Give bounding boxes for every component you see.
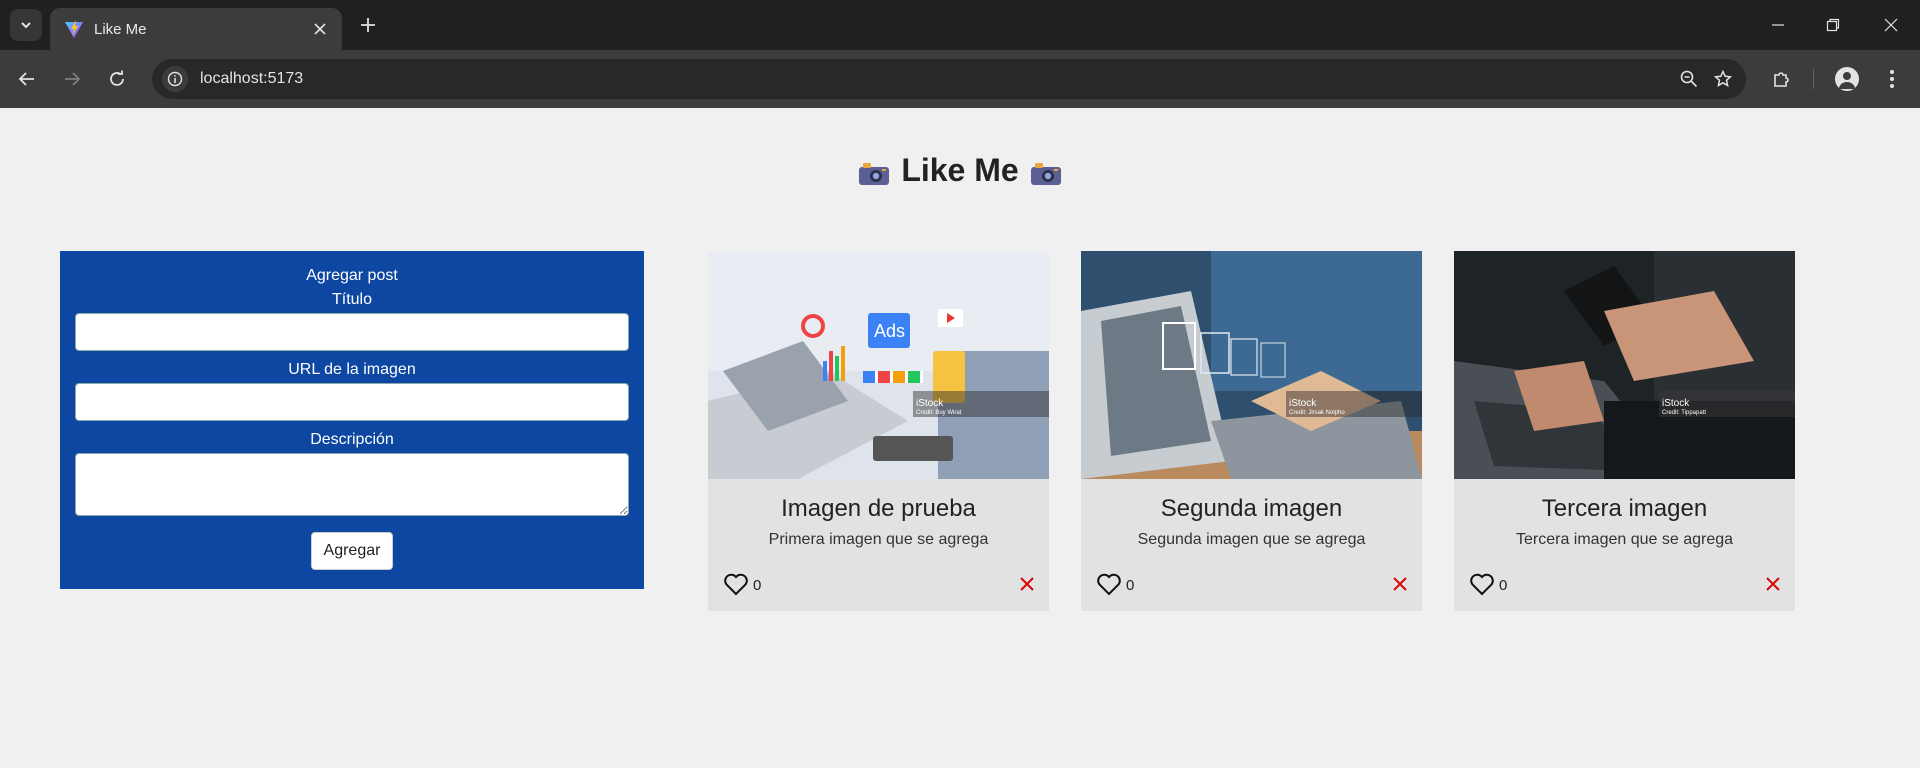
post-title: Segunda imagen [1160,495,1343,522]
url-text: localhost:5173 [200,70,304,87]
svg-text:Credit: Jirsak Nolpho: Credit: Jirsak Nolpho [1289,410,1345,416]
post-footer: 0 [1081,557,1422,611]
reload-icon [110,70,124,86]
heart-icon[interactable] [1469,572,1495,596]
back-button[interactable] [10,62,44,96]
post-image: iStock Credit: Jirsak Nolpho [1081,251,1422,479]
profile-button[interactable] [1830,62,1864,96]
minimize-button[interactable] [1751,0,1805,50]
tab-title: Like Me [94,20,147,38]
title-input[interactable] [75,313,629,351]
post-image: iStock Credit: Tippapatt [1454,251,1795,479]
svg-text:Credit: Tippapatt: Credit: Tippapatt [1662,410,1706,416]
image-url-input[interactable] [75,383,629,421]
page-title: Like Me [0,152,1920,189]
post-card: Ads iStock Credit: Buy Wirat Imagen de p… [708,251,1049,611]
post-footer: 0 [708,557,1049,611]
info-icon [167,71,183,87]
like-count: 0 [1499,577,1508,594]
post-footer: 0 [1454,557,1795,611]
tab-close-button[interactable] [306,15,334,43]
close-window-button[interactable] [1864,0,1918,50]
add-post-form: Agregar post Título URL de la imagen Des… [60,251,644,589]
reload-button[interactable] [100,62,134,96]
post-image: Ads iStock Credit: Buy Wirat [708,251,1049,479]
svg-text:iStock: iStock [1289,398,1317,409]
toolbar-divider [1813,69,1814,89]
like-count: 0 [1126,577,1135,594]
page-title-text: Like Me [901,152,1019,188]
camera-icon [1030,162,1061,185]
forward-icon [65,72,81,86]
profile-icon [1835,67,1859,91]
forward-button[interactable] [55,62,89,96]
post-title: Imagen de prueba [781,495,976,522]
svg-text:iStock: iStock [1662,398,1690,409]
post-description: Segunda imagen que se agrega [1137,531,1366,548]
extensions-icon [1774,72,1789,87]
bookmark-button[interactable] [1706,62,1740,96]
svg-text:Credit: Buy Wirat: Credit: Buy Wirat [916,410,962,416]
tab-search-button[interactable] [10,9,42,41]
zoom-button[interactable] [1672,62,1706,96]
post-card: iStock Credit: Tippapatt Tercera imagen … [1454,251,1795,611]
zoom-icon [1680,70,1698,88]
svg-text:iStock: iStock [916,398,944,409]
star-icon [1714,70,1732,88]
menu-icon [1890,70,1894,88]
add-post-button[interactable]: Agregar [311,532,393,570]
vite-favicon-icon [65,20,83,38]
heart-icon[interactable] [723,572,749,596]
extensions-button[interactable] [1765,62,1799,96]
close-icon [314,23,326,35]
post-description: Primera imagen que se agrega [768,531,989,548]
like-count: 0 [753,577,762,594]
address-bar[interactable]: localhost:5173 [152,59,1746,99]
delete-icon[interactable] [1392,576,1408,592]
restore-icon [1826,18,1840,32]
delete-icon[interactable] [1019,576,1035,592]
tab-strip: Like Me [0,0,1920,50]
delete-icon[interactable] [1765,576,1781,592]
close-icon [1884,18,1898,32]
description-textarea[interactable] [75,453,629,516]
chevron-down-icon [21,22,31,29]
minimize-icon [1772,24,1784,26]
form-heading: Agregar post [306,267,398,284]
plus-icon [361,18,375,32]
heart-icon[interactable] [1096,572,1122,596]
image-url-label: URL de la imagen [288,361,416,378]
restore-button[interactable] [1806,0,1860,50]
browser-menu-button[interactable] [1875,62,1909,96]
browser-tab[interactable]: Like Me [50,8,342,50]
svg-text:Ads: Ads [874,321,905,341]
post-title: Tercera imagen [1541,495,1708,522]
post-card: iStock Credit: Jirsak Nolpho Segunda ima… [1081,251,1422,611]
new-tab-button[interactable] [352,9,384,41]
post-description: Tercera imagen que se agrega [1515,531,1734,548]
camera-icon [859,162,890,185]
browser-toolbar: localhost:5173 [0,50,1920,108]
description-label: Descripción [310,431,394,448]
back-icon [18,72,34,86]
site-info-button[interactable] [162,66,188,92]
title-label: Título [331,291,372,308]
